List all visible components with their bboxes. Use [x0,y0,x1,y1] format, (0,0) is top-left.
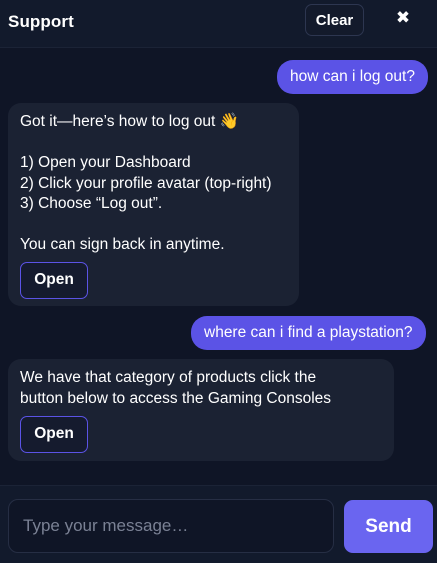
bot-message-line: Got it—here’s how to log out 👋 [20,113,239,130]
open-gaming-consoles-button[interactable]: Open [20,416,88,453]
bot-message-actions: Open [20,416,382,453]
send-button[interactable]: Send [344,500,433,553]
bot-message: We have that category of products click … [8,359,394,461]
message-input[interactable] [8,499,334,553]
bot-message-line: button below to access the Gaming Consol… [20,389,332,407]
clear-button[interactable]: Clear [305,4,364,36]
bot-message: Got it—here’s how to log out 👋 1) Open y… [8,103,299,306]
open-dashboard-button[interactable]: Open [20,261,88,299]
user-message: how can i log out? [277,60,428,94]
bot-message-line [20,133,287,154]
user-message-text: how can i log out? [290,67,415,85]
chat-title: Support [8,12,74,31]
user-message: where can i find a playstation? [191,316,426,350]
bot-message-line: 1) Open your Dashboard [20,154,191,171]
support-chat-widget: Support Clear ✖ how can i log out? Got i… [0,0,437,563]
chat-header: Support Clear ✖ [0,0,437,48]
bot-message-line: 3) Choose “Log out”. [20,195,163,212]
bot-message-line: 2) Click your profile avatar (top-right) [20,174,272,192]
bot-message-line: We have that category of products click … [20,369,317,386]
bot-message-actions: Open [20,261,287,299]
close-icon[interactable]: ✖ [392,7,414,29]
bot-message-line: You can sign back in anytime. [20,236,225,253]
message-composer: Send [0,485,437,563]
user-message-text: where can i find a playstation? [204,323,413,341]
bot-message-line [20,215,287,236]
